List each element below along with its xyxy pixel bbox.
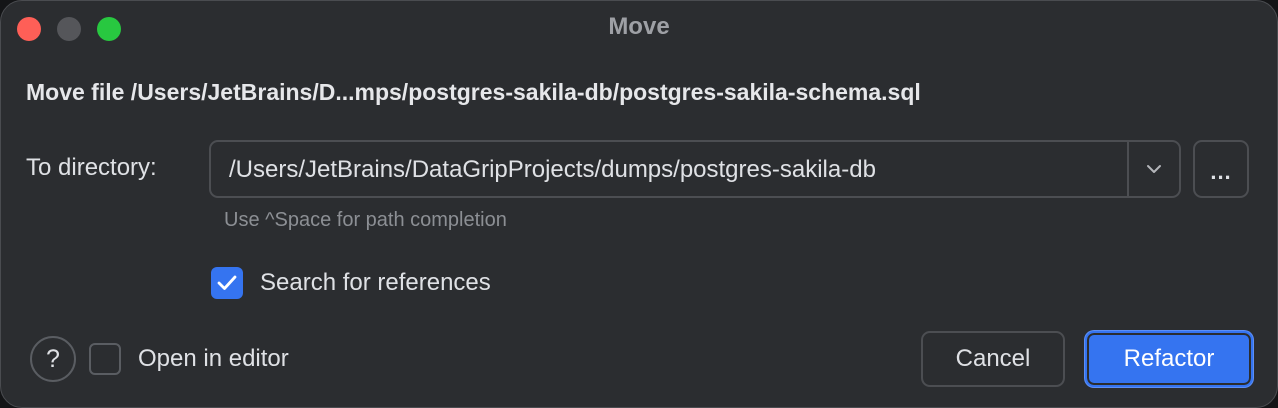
refactor-button[interactable]: Refactor [1085, 331, 1253, 387]
to-directory-input[interactable]: /Users/JetBrains/DataGripProjects/dumps/… [229, 156, 876, 184]
to-directory-label: To directory: [26, 154, 157, 181]
directory-history-dropdown-button[interactable] [1129, 142, 1179, 196]
window-title: Move [608, 13, 670, 40]
browse-directory-button[interactable]: ... [1193, 140, 1249, 198]
help-button[interactable]: ? [30, 336, 76, 382]
cancel-button[interactable]: Cancel [921, 331, 1065, 387]
search-references-label: Search for references [260, 269, 491, 296]
to-directory-combobox[interactable]: /Users/JetBrains/DataGripProjects/dumps/… [209, 140, 1181, 198]
chevron-down-icon [1147, 165, 1161, 173]
checkmark-icon [217, 275, 237, 290]
open-in-editor-checkbox[interactable] [89, 343, 121, 375]
move-dialog-window: Move Move file /Users/JetBrains/D...mps/… [0, 0, 1278, 408]
open-in-editor-label: Open in editor [138, 345, 289, 372]
open-in-editor-row[interactable]: Open in editor [89, 343, 289, 375]
path-completion-hint: Use ^Space for path completion [224, 209, 507, 231]
search-references-checkbox[interactable] [211, 267, 243, 299]
search-references-row[interactable]: Search for references [211, 267, 491, 299]
dialog-heading: Move file /Users/JetBrains/D...mps/postg… [26, 79, 921, 105]
